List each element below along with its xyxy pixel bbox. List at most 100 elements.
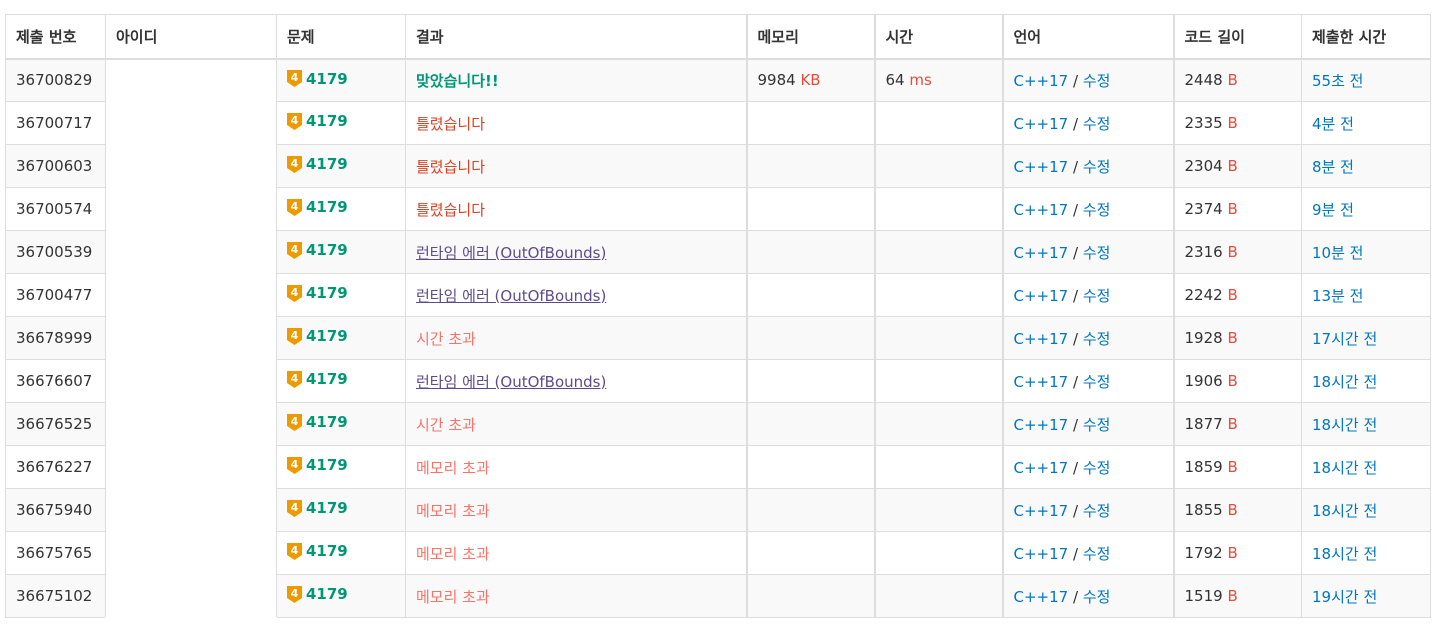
problem-cell: 4 4179 [276,58,406,102]
edit-link[interactable]: 수정 [1083,115,1111,133]
submitted-at-link[interactable]: 18시간 전 [1312,373,1377,391]
code-length-cell: 1519 B [1172,574,1302,618]
code-length-cell: 1877 B [1172,402,1302,446]
edit-link[interactable]: 수정 [1083,158,1111,176]
language-link[interactable]: C++17 [1014,244,1069,262]
submitted-at-link[interactable]: 18시간 전 [1312,459,1377,477]
submitted-at-link[interactable]: 10분 전 [1312,244,1363,262]
submitted-at-cell: 18시간 전 [1301,359,1431,403]
problem-link[interactable]: 4179 [306,456,348,474]
code-length-cell: 2448 B [1172,58,1302,102]
problem-link[interactable]: 4179 [306,155,348,173]
submitted-at-cell: 18시간 전 [1301,488,1431,532]
language-link[interactable]: C++17 [1014,158,1069,176]
submitted-at-link[interactable]: 55초 전 [1312,72,1363,90]
submitted-at-cell: 17시간 전 [1301,316,1431,360]
result-text: 맞았습니다!! [416,71,499,90]
submitted-at-link[interactable]: 4분 전 [1312,115,1354,133]
memory-value: 9984 [757,71,796,90]
result-text: 틀렸습니다 [416,200,486,219]
language-link[interactable]: C++17 [1014,330,1069,348]
time-cell [873,273,1003,317]
submitted-at-link[interactable]: 8분 전 [1312,158,1354,176]
language-cell: C++17 / 수정 [1001,488,1174,532]
result-cell: 런타임 에러 (OutOfBounds) [405,273,747,317]
result-cell: 틀렸습니다 [405,144,747,188]
memory-cell [745,488,875,532]
language-link[interactable]: C++17 [1014,373,1069,391]
problem-link[interactable]: 4179 [306,241,348,259]
edit-link[interactable]: 수정 [1083,416,1111,434]
edit-link[interactable]: 수정 [1083,330,1111,348]
result-text[interactable]: 런타임 에러 (OutOfBounds) [416,373,606,391]
submitted-at-link[interactable]: 9분 전 [1312,201,1354,219]
edit-link[interactable]: 수정 [1083,502,1111,520]
language-link[interactable]: C++17 [1014,459,1069,477]
problem-link[interactable]: 4179 [306,413,348,431]
status-table-container: 제출 번호 아이디 문제 결과 메모리 시간 언어 코드 길이 제출한 시간 3… [5,14,1431,618]
language-cell: C++17 / 수정 [1001,316,1174,360]
submitted-at-link[interactable]: 17시간 전 [1312,330,1377,348]
submission-id: 36678999 [5,316,106,360]
language-cell: C++17 / 수정 [1001,187,1174,231]
edit-link[interactable]: 수정 [1083,459,1111,477]
problem-link[interactable]: 4179 [306,585,348,603]
edit-link[interactable]: 수정 [1083,287,1111,305]
submitted-at-link[interactable]: 18시간 전 [1312,545,1377,563]
problem-link[interactable]: 4179 [306,112,348,130]
problem-link[interactable]: 4179 [306,70,348,88]
language-link[interactable]: C++17 [1014,416,1069,434]
submitted-at-link[interactable]: 18시간 전 [1312,416,1377,434]
language-cell: C++17 / 수정 [1001,574,1174,618]
gold-tier-badge-icon: 4 [287,327,302,345]
edit-link[interactable]: 수정 [1083,545,1111,563]
edit-link[interactable]: 수정 [1083,588,1111,606]
svg-text:4: 4 [291,329,299,342]
problem-link[interactable]: 4179 [306,284,348,302]
submission-id: 36675102 [5,574,106,618]
problem-link[interactable]: 4179 [306,499,348,517]
memory-cell [745,574,875,618]
edit-link[interactable]: 수정 [1083,373,1111,391]
code-length-value: 1859 [1184,458,1223,476]
language-separator: / [1072,501,1079,520]
language-link[interactable]: C++17 [1014,115,1069,133]
problem-link[interactable]: 4179 [306,370,348,388]
submitted-at-link[interactable]: 13분 전 [1312,287,1363,305]
result-text[interactable]: 런타임 에러 (OutOfBounds) [416,287,606,305]
edit-link[interactable]: 수정 [1083,201,1111,219]
edit-link[interactable]: 수정 [1083,244,1111,262]
code-length-value: 1877 [1184,415,1223,433]
submitted-at-link[interactable]: 18시간 전 [1312,502,1377,520]
time-cell [873,316,1003,360]
problem-link[interactable]: 4179 [306,327,348,345]
header-time: 시간 [873,14,1003,60]
submission-id: 36700574 [5,187,106,231]
language-link[interactable]: C++17 [1014,287,1069,305]
code-length-cell: 2335 B [1172,101,1302,145]
language-link[interactable]: C++17 [1014,545,1069,563]
code-length-unit: B [1227,415,1238,433]
user-id-cell[interactable] [105,58,277,618]
memory-cell [745,144,875,188]
language-link[interactable]: C++17 [1014,502,1069,520]
code-length-cell: 2242 B [1172,273,1302,317]
time-cell [873,445,1003,489]
code-length-value: 2335 [1184,114,1223,132]
edit-link[interactable]: 수정 [1083,72,1111,90]
problem-link[interactable]: 4179 [306,198,348,216]
problem-link[interactable]: 4179 [306,542,348,560]
time-cell [873,574,1003,618]
memory-cell [745,445,875,489]
time-cell [873,359,1003,403]
language-link[interactable]: C++17 [1014,588,1069,606]
problem-cell: 4 4179 [276,488,406,532]
language-link[interactable]: C++17 [1014,72,1069,90]
memory-cell [745,273,875,317]
submitted-at-link[interactable]: 19시간 전 [1312,588,1377,606]
result-text[interactable]: 런타임 에러 (OutOfBounds) [416,244,606,262]
problem-cell: 4 4179 [276,230,406,274]
problem-cell: 4 4179 [276,273,406,317]
language-link[interactable]: C++17 [1014,201,1069,219]
code-length-cell: 2304 B [1172,144,1302,188]
